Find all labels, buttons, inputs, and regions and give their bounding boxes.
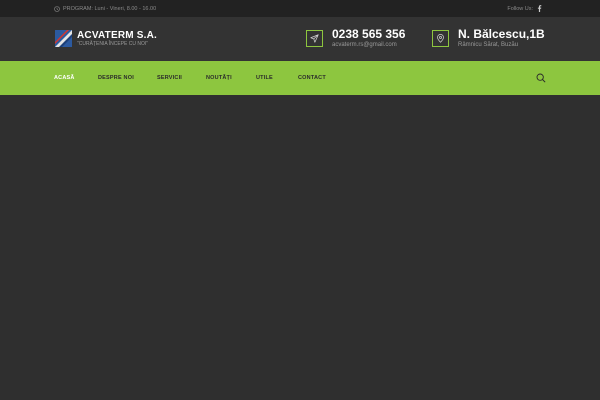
brand-slogan: "CURĂȚENIA ÎNCEPE CU NOI" bbox=[77, 41, 149, 47]
site-logo[interactable]: ACVATERM S.A. "CURĂȚENIA ÎNCEPE CU NOI" bbox=[55, 30, 157, 48]
phone-icon-box bbox=[306, 30, 323, 47]
social-links: Follow Us: bbox=[507, 5, 542, 12]
contact-phone-block: 0238 565 356 acvaterm.rs@gmail.com bbox=[306, 27, 405, 49]
nav-item-contact[interactable]: CONTACT bbox=[298, 61, 326, 95]
nav-item-despre-noi[interactable]: DESPRE NOI bbox=[98, 61, 134, 95]
site-header: ACVATERM S.A. "CURĂȚENIA ÎNCEPE CU NOI" … bbox=[0, 17, 600, 61]
send-icon bbox=[310, 34, 319, 43]
search-icon[interactable] bbox=[536, 73, 546, 83]
opening-hours: PROGRAM: Luni - Vineri, 8.00 - 16.00 bbox=[54, 6, 156, 12]
top-bar: PROGRAM: Luni - Vineri, 8.00 - 16.00 Fol… bbox=[0, 0, 600, 17]
nav-item-utile[interactable]: UTILE bbox=[256, 61, 273, 95]
main-content bbox=[0, 95, 600, 400]
follow-us-label: Follow Us: bbox=[507, 5, 533, 12]
brand-name: ACVATERM S.A. bbox=[77, 30, 158, 41]
contact-address-block: N. Bălcescu,1B Râmnicu Sărat, Buzău bbox=[432, 27, 545, 49]
clock-icon bbox=[54, 5, 60, 12]
address-street: N. Bălcescu,1B bbox=[458, 27, 545, 41]
phone-number[interactable]: 0238 565 356 bbox=[332, 27, 405, 41]
nav-item-noutati[interactable]: NOUTĂȚI bbox=[206, 61, 232, 95]
email-address[interactable]: acvaterm.rs@gmail.com bbox=[332, 41, 405, 49]
address-icon-box bbox=[432, 30, 449, 47]
main-navigation: ACASĂ DESPRE NOI SERVICII NOUTĂȚI UTILE … bbox=[0, 61, 600, 95]
nav-item-acasa[interactable]: ACASĂ bbox=[54, 61, 75, 95]
logo-icon bbox=[55, 30, 72, 47]
opening-hours-text: PROGRAM: Luni - Vineri, 8.00 - 16.00 bbox=[63, 5, 157, 12]
facebook-icon[interactable] bbox=[537, 5, 542, 12]
map-pin-icon bbox=[437, 34, 444, 43]
address-city: Râmnicu Sărat, Buzău bbox=[458, 42, 519, 48]
nav-item-servicii[interactable]: SERVICII bbox=[157, 61, 182, 95]
